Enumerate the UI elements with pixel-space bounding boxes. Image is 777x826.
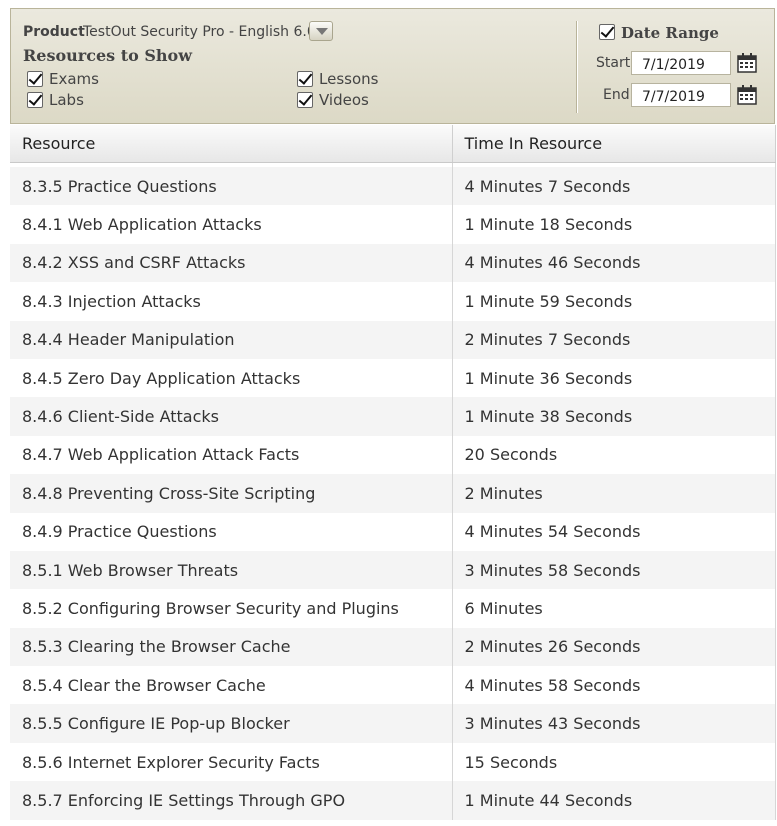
filter-panel: Product TestOut Security Pro - English 6… [10,8,775,124]
time-cell: 2 Minutes 26 Seconds [452,627,776,667]
table-row: 8.5.6 Internet Explorer Security Facts 15… [10,742,776,782]
resource-cell: 8.3.5 Practice Questions [10,167,453,206]
product-value: TestOut Security Pro - English 6.0.4 [83,24,330,40]
start-date-input[interactable] [631,51,731,75]
table-row: 8.4.5 Zero Day Application Attacks 1 Minu… [10,358,776,398]
resource-cell: 8.5.4 Clear the Browser Cache [10,666,453,705]
time-cell: 2 Minutes 7 Seconds [452,320,776,359]
table-row: 8.4.1 Web Application Attacks 1 Minute 18… [10,205,776,244]
panel-divider [576,21,578,113]
resource-cell: 8.4.8 Preventing Cross-Site Scripting [10,474,453,513]
date-range-checkbox[interactable] [599,24,615,40]
videos-checkbox[interactable] [297,92,313,108]
table-row: 8.5.3 Clearing the Browser Cache 2 Minute… [10,627,776,667]
labs-label: Labs [49,91,84,109]
chevron-down-icon [316,28,328,35]
resource-cell: 8.5.1 Web Browser Threats [10,550,453,590]
table-row: 8.5.5 Configure IE Pop-up Blocker 3 Minut… [10,704,776,743]
resource-cell: 8.5.2 Configuring Browser Security and P… [10,589,453,628]
table-row: 8.5.2 Configuring Browser Security and P… [10,589,776,628]
time-cell: 20 Seconds [452,435,776,475]
time-cell: 4 Minutes 58 Seconds [452,666,776,705]
time-cell: 3 Minutes 58 Seconds [452,550,776,590]
table-row: 8.4.7 Web Application Attack Facts 20 Sec… [10,435,776,475]
time-cell: 4 Minutes 54 Seconds [452,512,776,551]
resource-cell: 8.5.7 Enforcing IE Settings Through GPO [10,781,453,820]
time-cell: 15 Seconds [452,742,776,782]
time-cell: 1 Minute 18 Seconds [452,205,776,244]
resource-cell: 8.5.5 Configure IE Pop-up Blocker [10,704,453,743]
time-cell: 2 Minutes [452,474,776,513]
table-row: 8.3.5 Practice Questions 4 Minutes 7 Seco… [10,167,776,206]
product-dropdown-button[interactable] [309,21,333,41]
calendar-icon[interactable] [737,85,757,105]
time-cell: 3 Minutes 43 Seconds [452,704,776,743]
time-cell: 1 Minute 38 Seconds [452,397,776,436]
product-label: Product [23,24,85,40]
time-cell: 4 Minutes 46 Seconds [452,243,776,283]
resource-cell: 8.4.7 Web Application Attack Facts [10,435,453,475]
time-cell: 6 Minutes [452,589,776,628]
end-label: End [603,87,630,103]
table-row: 8.4.8 Preventing Cross-Site Scripting 2 M… [10,474,776,513]
column-header-resource[interactable]: Resource [10,125,453,163]
calendar-icon[interactable] [737,53,757,73]
resource-cell: 8.4.3 Injection Attacks [10,282,453,321]
column-header-time[interactable]: Time In Resource [452,125,776,163]
date-range-label: Date Range [621,24,719,42]
resource-cell: 8.4.1 Web Application Attacks [10,205,453,244]
table-row: 8.4.6 Client-Side Attacks 1 Minute 38 Sec… [10,397,776,436]
lessons-checkbox[interactable] [297,71,313,87]
time-cell: 1 Minute 36 Seconds [452,358,776,398]
table-row: 8.4.2 XSS and CSRF Attacks 4 Minutes 46 S… [10,243,776,283]
resources-to-show-label: Resources to Show [23,46,192,65]
time-cell: 1 Minute 44 Seconds [452,781,776,820]
resource-cell: 8.4.9 Practice Questions [10,512,453,551]
resource-cell: 8.4.5 Zero Day Application Attacks [10,358,453,398]
table-row: 8.4.3 Injection Attacks 1 Minute 59 Secon… [10,282,776,321]
table-row: 8.5.4 Clear the Browser Cache 4 Minutes 5… [10,666,776,705]
videos-label: Videos [319,91,369,109]
resource-table: Resource Time In Resource 8.3.5 Practice… [10,125,776,820]
table-row: 8.4.9 Practice Questions 4 Minutes 54 Sec… [10,512,776,551]
resource-cell: 8.4.6 Client-Side Attacks [10,397,453,436]
start-label: Start [596,55,631,71]
exams-checkbox[interactable] [27,71,43,87]
table-row: 8.5.1 Web Browser Threats 3 Minutes 58 Se… [10,550,776,590]
resource-cell: 8.4.2 XSS and CSRF Attacks [10,243,453,283]
time-cell: 4 Minutes 7 Seconds [452,167,776,206]
lessons-label: Lessons [319,70,379,88]
resource-cell: 8.4.4 Header Manipulation [10,320,453,359]
resource-cell: 8.5.6 Internet Explorer Security Facts [10,742,453,782]
end-date-input[interactable] [631,83,731,107]
table-row: 8.5.7 Enforcing IE Settings Through GPO 1… [10,781,776,820]
resource-cell: 8.5.3 Clearing the Browser Cache [10,627,453,667]
labs-checkbox[interactable] [27,92,43,108]
time-cell: 1 Minute 59 Seconds [452,282,776,321]
table-row: 8.4.4 Header Manipulation 2 Minutes 7 Sec… [10,320,776,359]
exams-label: Exams [49,70,99,88]
